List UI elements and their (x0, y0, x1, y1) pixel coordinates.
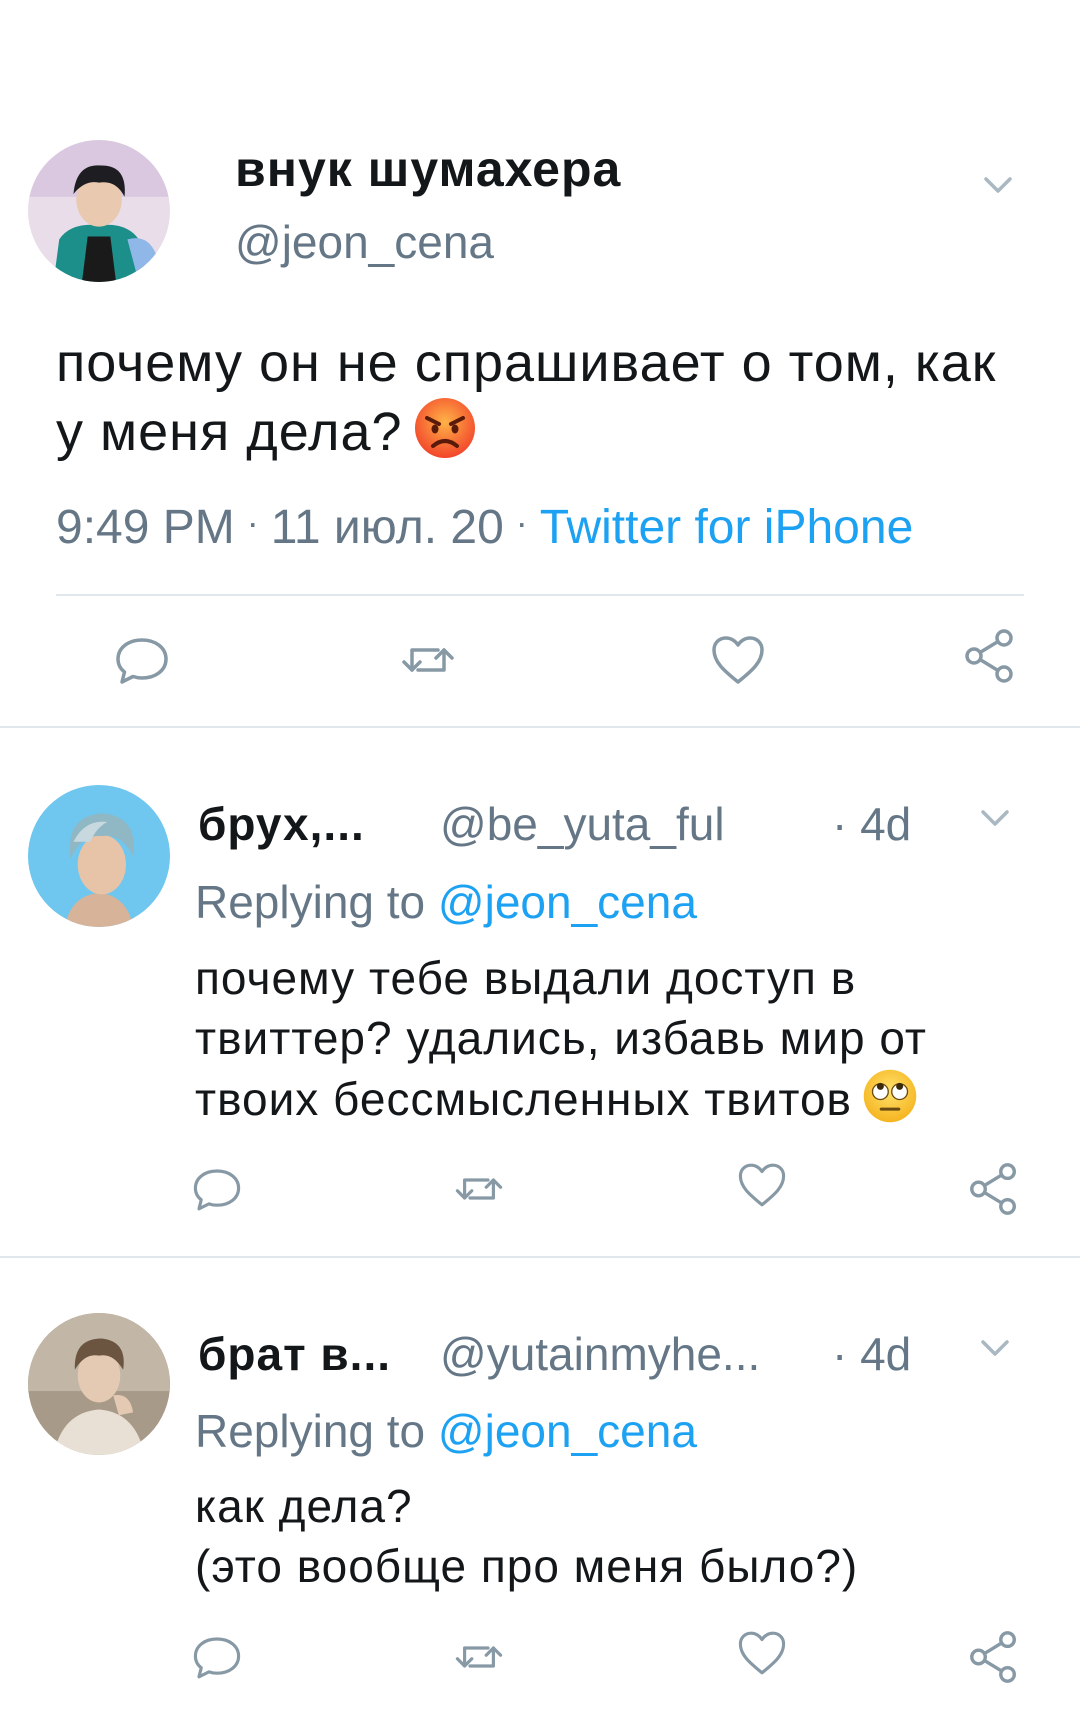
tweet-text: почему он не спрашивает о том, как у мен… (56, 330, 1036, 475)
divider (56, 594, 1024, 596)
replying-to-prefix: Replying to (195, 1405, 438, 1457)
like-icon[interactable] (735, 1158, 789, 1212)
tweet-time: 9:49 PM (56, 501, 235, 554)
tweet-meta: 9:49 PM · 11 июл. 20 · Twitter for iPhone (56, 500, 913, 555)
like-icon[interactable] (708, 630, 768, 690)
share-icon[interactable] (965, 1628, 1023, 1686)
share-icon[interactable] (965, 1160, 1023, 1218)
share-icon[interactable] (960, 626, 1020, 686)
reply-icon[interactable] (112, 630, 172, 690)
divider (0, 726, 1080, 728)
tweet-text-content: почему он не спрашивает о том, как у мен… (56, 333, 997, 462)
avatar-photo (28, 1313, 170, 1455)
reply-user-handle[interactable]: @be_yuta_ful (440, 797, 725, 851)
separator-dot: · (515, 502, 528, 543)
reply-timestamp[interactable]: · 4d (832, 1327, 911, 1381)
chevron-down-icon[interactable] (978, 165, 1018, 205)
replying-to-line: Replying to @jeon_cena (195, 875, 697, 929)
eye-roll-emoji (862, 1068, 918, 1138)
avatar[interactable] (28, 1313, 170, 1455)
replying-to-prefix: Replying to (195, 876, 438, 928)
retweet-icon[interactable] (452, 1162, 506, 1216)
reply-timestamp[interactable]: · 4d (832, 797, 911, 851)
chevron-down-icon[interactable] (975, 798, 1015, 838)
tweet-source-link[interactable]: Twitter for iPhone (540, 501, 914, 554)
display-name[interactable]: внук шумахера (235, 140, 621, 198)
replying-to-line: Replying to @jeon_cena (195, 1404, 697, 1458)
tweet-date: 11 июл. 20 (270, 501, 504, 554)
retweet-icon[interactable] (452, 1630, 506, 1684)
reply-icon[interactable] (190, 1630, 244, 1684)
reply-text: как дела? (это вообще про меня было?) (195, 1480, 859, 1592)
user-handle[interactable]: @jeon_cena (235, 215, 494, 269)
reply-display-name[interactable]: брух,... (198, 797, 365, 851)
avatar-photo (28, 785, 170, 927)
reply-icon[interactable] (190, 1162, 244, 1216)
divider (0, 1256, 1080, 1258)
like-icon[interactable] (735, 1626, 789, 1680)
reply-display-name[interactable]: брат в... (198, 1327, 391, 1381)
pouting-face-emoji (413, 396, 477, 475)
retweet-icon[interactable] (398, 630, 458, 690)
chevron-down-icon[interactable] (975, 1328, 1015, 1368)
mention-link[interactable]: @jeon_cena (438, 876, 697, 928)
mention-link[interactable]: @jeon_cena (438, 1405, 697, 1457)
avatar[interactable] (28, 785, 170, 927)
separator-dot: · (246, 502, 259, 543)
reply-user-handle[interactable]: @yutainmyhe... (440, 1327, 760, 1381)
reply-text-content: почему тебе выдали доступ в твиттер? уда… (195, 952, 927, 1126)
avatar-photo (28, 140, 170, 282)
avatar[interactable] (28, 140, 170, 282)
reply-text: почему тебе выдали доступ в твиттер? уда… (195, 948, 1045, 1138)
